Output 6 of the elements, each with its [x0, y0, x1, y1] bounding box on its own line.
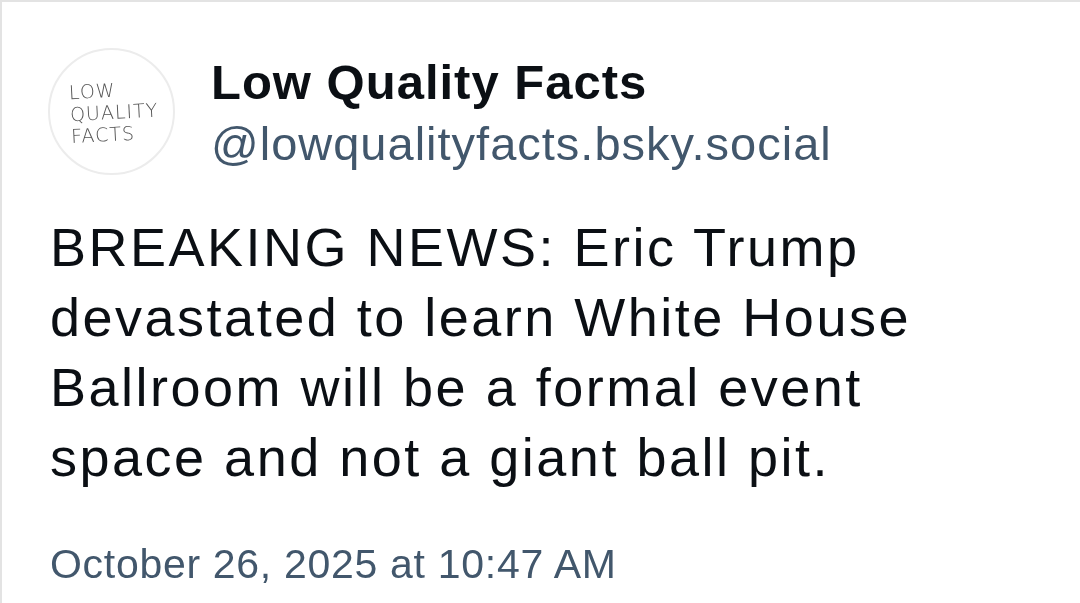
avatar[interactable]: LOW QUALITY FACTS — [48, 48, 175, 175]
post-timestamp[interactable]: October 26, 2025 at 10:47 AM — [50, 540, 617, 588]
author-handle[interactable]: @lowqualityfacts.bsky.social — [211, 116, 832, 172]
post-text: BREAKING NEWS: Eric Trump devastated to learn White House Ballroom will be a formal event space and not a giant ball pit. — [50, 216, 912, 489]
author-name[interactable]: Low Quality Facts — [211, 54, 832, 110]
avatar-logo-text: LOW QUALITY FACTS — [67, 77, 161, 147]
